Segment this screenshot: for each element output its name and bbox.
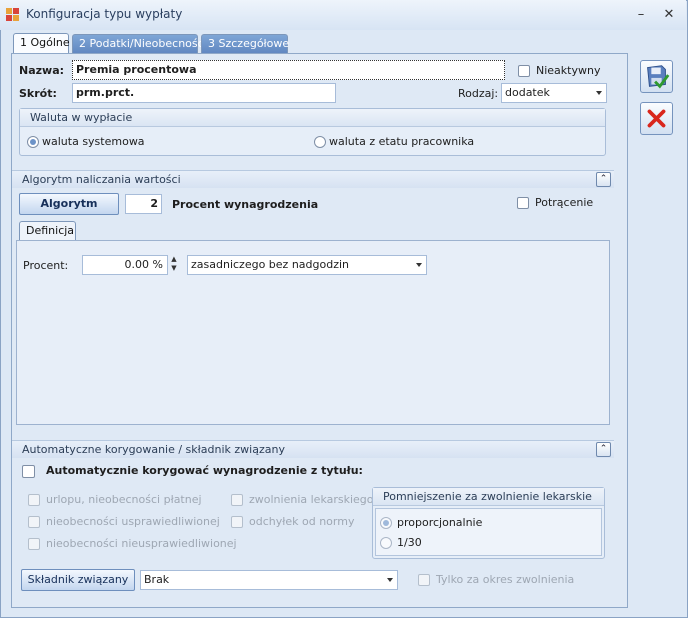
related-component-button[interactable]: Składnik związany — [21, 569, 135, 591]
collapse-algorithm-icon[interactable]: ⌃ — [596, 172, 611, 187]
only-period-checkbox[interactable] — [418, 574, 430, 586]
algorithm-button[interactable]: Algorytm — [19, 193, 119, 215]
currency-group: Waluta w wypłacie — [19, 108, 606, 156]
proportional-radio[interactable] — [380, 517, 392, 529]
save-button[interactable] — [640, 60, 673, 93]
unexcused-absence-checkbox[interactable] — [28, 538, 40, 550]
reduction-group-title: Pomniejszenie za zwolnienie lekarskie — [373, 488, 604, 506]
name-label: Nazwa: — [19, 64, 65, 77]
auto-correct-label: Automatycznie korygować wynagrodzenie z … — [46, 464, 363, 477]
tab-definition[interactable]: Definicja — [19, 221, 76, 241]
name-field[interactable]: Premia procentowa — [72, 60, 505, 80]
kind-select[interactable]: dodatek — [501, 83, 607, 103]
paid-leave-label: urlopu, nieobecności płatnej — [46, 493, 202, 506]
auto-section-title: Automatyczne korygowanie / składnik zwią… — [22, 443, 285, 456]
collapse-auto-icon[interactable]: ⌃ — [596, 442, 611, 457]
sick-leave-checkbox[interactable] — [231, 494, 243, 506]
one-thirtieth-label: 1/30 — [397, 536, 422, 549]
currency-system-label: waluta systemowa — [42, 135, 145, 148]
one-thirtieth-radio[interactable] — [380, 537, 392, 549]
norm-deviation-label: odchyłek od normy — [249, 515, 355, 528]
percent-field[interactable]: 0.00 % — [82, 255, 168, 275]
cancel-button[interactable] — [640, 102, 673, 135]
excused-absence-label: nieobecności usprawiedliwionej — [46, 515, 220, 528]
short-field[interactable]: prm.prct. — [72, 83, 336, 103]
cancel-icon — [647, 109, 666, 128]
chevron-down-icon — [387, 578, 393, 582]
unexcused-absence-label: nieobecności nieusprawiedliwionej — [46, 537, 237, 550]
percent-spinner[interactable]: ▲ ▼ — [169, 255, 179, 275]
currency-system-radio[interactable] — [27, 136, 39, 148]
algorithm-section-title: Algorytm naliczania wartości — [22, 173, 181, 186]
tab-details[interactable]: 3 Szczegółowe — [201, 34, 289, 54]
percent-label: Procent: — [23, 259, 69, 272]
algorithm-section-header: Algorytm naliczania wartości — [12, 170, 614, 188]
related-component-value: Brak — [144, 573, 170, 586]
title-bar: Konfiguracja typu wypłaty – ✕ — [0, 0, 686, 30]
chevron-down-icon — [596, 91, 602, 95]
norm-deviation-checkbox[interactable] — [231, 516, 243, 528]
kind-value: dodatek — [505, 86, 550, 99]
only-period-label: Tylko za okres zwolnienia — [436, 573, 575, 586]
excused-absence-checkbox[interactable] — [28, 516, 40, 528]
short-label: Skrót: — [19, 87, 57, 100]
algorithm-name: Procent wynagrodzenia — [172, 198, 319, 211]
currency-group-title: Waluta w wypłacie — [20, 109, 605, 127]
deduction-label: Potrącenie — [535, 196, 594, 209]
currency-employee-label: waluta z etatu pracownika — [329, 135, 475, 148]
auto-correct-checkbox[interactable] — [22, 465, 35, 478]
save-icon — [647, 65, 670, 89]
inactive-label: Nieaktywny — [536, 64, 601, 77]
sick-leave-label: zwolnienia lekarskiego — [249, 493, 374, 506]
tab-general[interactable]: 1 Ogólne — [13, 33, 70, 55]
close-button[interactable]: ✕ — [659, 6, 679, 24]
currency-employee-radio[interactable] — [314, 136, 326, 148]
app-icon — [6, 8, 19, 21]
kind-label: Rodzaj: — [458, 87, 499, 100]
proportional-label: proporcjonalnie — [397, 516, 483, 529]
window-title: Konfiguracja typu wypłaty — [26, 7, 183, 21]
algorithm-number-field[interactable]: 2 — [125, 194, 162, 214]
chevron-down-icon — [416, 263, 422, 267]
deduction-checkbox[interactable] — [517, 197, 529, 209]
percent-base-select[interactable]: zasadniczego bez nadgodzin — [187, 255, 427, 275]
paid-leave-checkbox[interactable] — [28, 494, 40, 506]
percent-base-value: zasadniczego bez nadgodzin — [191, 258, 350, 271]
minimize-button[interactable]: – — [631, 6, 651, 24]
tab-taxes-absences[interactable]: 2 Podatki/Nieobecności — [72, 34, 207, 54]
auto-section-header: Automatyczne korygowanie / składnik zwią… — [12, 440, 614, 458]
inactive-checkbox[interactable] — [518, 65, 530, 77]
related-component-select[interactable]: Brak — [140, 570, 398, 590]
